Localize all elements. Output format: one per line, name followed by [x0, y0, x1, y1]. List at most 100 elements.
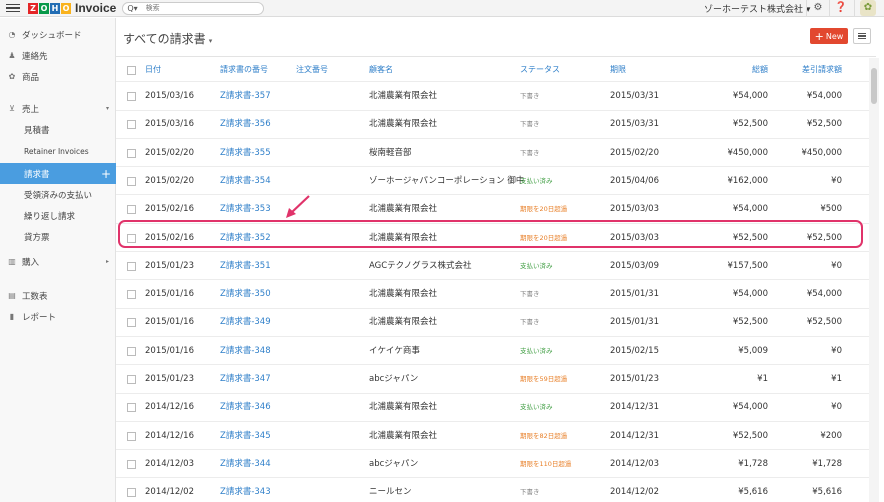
- add-invoice-icon[interactable]: +: [101, 167, 111, 181]
- table-row[interactable]: 2014/12/03 Z請求書-344 abcジャパン 期限を110日超過 2014/1…: [116, 450, 872, 479]
- row-checkbox[interactable]: [127, 261, 136, 271]
- sidebar-item-dashboard[interactable]: ◔ ダッシュボード: [0, 24, 116, 45]
- invoice-number-link[interactable]: Z請求書-348: [220, 337, 271, 365]
- cell-total: ¥1,728: [738, 458, 768, 469]
- invoice-number-link[interactable]: Z請求書-350: [220, 280, 271, 308]
- row-checkbox[interactable]: [127, 459, 136, 469]
- row-checkbox[interactable]: [127, 488, 136, 498]
- status-badge: 下書き: [520, 92, 540, 100]
- table-row[interactable]: 2014/12/16 Z請求書-345 北浦農業有限会社 期限を82日超過 2014/1…: [116, 422, 872, 451]
- status-badge: 支払い済み: [520, 346, 553, 355]
- table-row[interactable]: 2015/03/16 Z請求書-357 北浦農業有限会社 下書き 2015/03/31 ¥…: [116, 82, 872, 111]
- avatar[interactable]: ✿: [860, 0, 876, 16]
- sidebar-item-purchases[interactable]: ▥ 購入 ▸: [0, 251, 116, 272]
- search-icon[interactable]: Q▾: [127, 4, 137, 13]
- view-selector[interactable]: すべての請求書 ▾: [123, 30, 212, 47]
- row-checkbox[interactable]: [127, 290, 136, 300]
- contacts-icon: ♟: [8, 51, 16, 60]
- search-input[interactable]: [145, 4, 256, 12]
- sidebar-item-items[interactable]: ✿ 商品: [0, 66, 116, 87]
- sidebar-item-credit-notes[interactable]: 貸方票: [0, 226, 116, 247]
- table-row[interactable]: 2014/12/02 Z請求書-343 ニールセン 下書き 2014/12/02 ¥5,6…: [116, 478, 872, 502]
- status-badge: 期限を82日超過: [520, 431, 568, 440]
- table-row[interactable]: 2015/01/16 Z請求書-350 北浦農業有限会社 下書き 2015/01/31 ¥…: [116, 280, 872, 309]
- cell-customer: abcジャパン: [369, 458, 419, 469]
- table-row[interactable]: 2015/01/23 Z請求書-347 abcジャパン 期限を59日超過 2015/01…: [116, 365, 872, 394]
- invoice-number-link[interactable]: Z請求書-356: [220, 110, 271, 138]
- sidebar-item-contacts[interactable]: ♟ 連絡先: [0, 45, 116, 66]
- more-options-button[interactable]: [853, 28, 871, 44]
- invoice-number-link[interactable]: Z請求書-344: [220, 450, 271, 478]
- cell-balance: ¥0: [831, 345, 842, 356]
- invoice-number-link[interactable]: Z請求書-355: [220, 139, 271, 167]
- organization-selector[interactable]: ゾーホーテスト株式会社 ▾: [704, 2, 810, 15]
- invoice-number-link[interactable]: Z請求書-354: [220, 167, 271, 195]
- invoice-number-link[interactable]: Z請求書-345: [220, 422, 271, 450]
- row-checkbox[interactable]: [127, 176, 136, 186]
- column-header-balance[interactable]: 差引請求額: [776, 58, 842, 82]
- column-header-customer[interactable]: 顧客名: [369, 58, 393, 82]
- row-checkbox[interactable]: [127, 346, 136, 356]
- sidebar-item-sales[interactable]: ⊻ 売上 ▾: [0, 98, 116, 119]
- sidebar-item-reports[interactable]: ▮ レポート: [0, 306, 116, 327]
- row-checkbox[interactable]: [127, 403, 136, 413]
- scrollbar-thumb[interactable]: [871, 68, 877, 104]
- new-invoice-button[interactable]: + New: [810, 28, 848, 44]
- cell-total: ¥54,000: [732, 91, 768, 101]
- invoice-number-link[interactable]: Z請求書-346: [220, 393, 271, 421]
- row-checkbox[interactable]: [127, 120, 136, 130]
- invoice-number-link[interactable]: Z請求書-347: [220, 365, 271, 393]
- column-header-due-date[interactable]: 期限: [610, 58, 626, 82]
- cell-date: 2015/02/20: [145, 175, 194, 186]
- row-checkbox[interactable]: [127, 92, 136, 101]
- cell-due-date: 2015/02/20: [610, 147, 659, 158]
- row-checkbox[interactable]: [127, 318, 136, 328]
- logo-letter: O: [61, 2, 71, 14]
- cell-date: 2015/02/20: [145, 147, 194, 158]
- hamburger-menu-icon[interactable]: [6, 3, 20, 13]
- cell-date: 2014/12/02: [145, 487, 194, 498]
- table-row[interactable]: 2014/12/16 Z請求書-346 北浦農業有限会社 支払い済み 2014/12/3…: [116, 393, 872, 422]
- cell-balance: ¥1,728: [812, 458, 842, 469]
- table-row[interactable]: 2015/01/23 Z請求書-351 AGCテクノグラス株式会社 支払い済み 2015…: [116, 252, 872, 281]
- column-header-invoice-number[interactable]: 請求書の番号: [220, 58, 268, 82]
- sidebar-item-label: 請求書: [24, 169, 50, 180]
- column-header-order-number[interactable]: 注文番号: [296, 58, 328, 82]
- table-row[interactable]: 2015/03/16 Z請求書-356 北浦農業有限会社 下書き 2015/03/31 ¥…: [116, 110, 872, 139]
- column-header-total[interactable]: 総額: [706, 58, 768, 82]
- row-checkbox[interactable]: [127, 431, 136, 441]
- scrollbar[interactable]: [869, 58, 879, 502]
- sidebar-item-retainer-invoices[interactable]: Retainer Invoices: [0, 141, 116, 162]
- column-header-status[interactable]: ステータス: [520, 58, 560, 82]
- row-checkbox[interactable]: [127, 148, 136, 158]
- sidebar-item-payments-received[interactable]: 受領済みの支払い: [0, 184, 116, 205]
- invoice-number-link[interactable]: Z請求書-357: [220, 82, 271, 110]
- table-row[interactable]: 2015/02/20 Z請求書-354 ゾーホージャパンコーポレーション 御中 支払い…: [116, 167, 872, 196]
- sidebar-item-recurring-invoices[interactable]: 繰り返し請求: [0, 205, 116, 226]
- invoice-number-link[interactable]: Z請求書-351: [220, 252, 271, 280]
- invoice-number-link[interactable]: Z請求書-349: [220, 308, 271, 336]
- invoice-number-link[interactable]: Z請求書-353: [220, 195, 271, 223]
- cell-due-date: 2015/03/31: [610, 119, 659, 130]
- top-bar: Z O H O Invoice Q▾ ゾーホーテスト株式会社 ▾ ⚙ ❓ ✿: [0, 0, 884, 17]
- invoice-number-link[interactable]: Z請求書-343: [220, 478, 271, 502]
- row-checkbox[interactable]: [127, 375, 136, 384]
- cell-balance: ¥54,000: [806, 289, 842, 300]
- sidebar-item-invoices[interactable]: 請求書 +: [0, 163, 116, 184]
- column-header-date[interactable]: 日付: [145, 58, 161, 82]
- search-box[interactable]: Q▾: [122, 1, 265, 15]
- help-icon[interactable]: ❓: [834, 1, 848, 15]
- zoho-logo[interactable]: Z O H O Invoice: [28, 1, 116, 15]
- cell-customer: 北浦農業有限会社: [369, 204, 438, 215]
- gear-icon[interactable]: ⚙: [811, 1, 825, 15]
- row-checkbox[interactable]: [127, 205, 136, 215]
- table-row[interactable]: 2015/01/16 Z請求書-348 イケイケ商事 支払い済み 2015/02/15 ¥…: [116, 337, 872, 366]
- table-row[interactable]: 2015/02/20 Z請求書-355 桜南軽音部 下書き 2015/02/20 ¥450…: [116, 139, 872, 168]
- sales-icon: ⊻: [9, 104, 15, 113]
- sidebar-item-estimates[interactable]: 見積書: [0, 119, 116, 140]
- table-row[interactable]: 2015/01/16 Z請求書-349 北浦農業有限会社 下書き 2015/01/31 ¥…: [116, 308, 872, 337]
- sidebar-item-timesheet[interactable]: ▤ 工数表: [0, 285, 116, 306]
- dashboard-icon: ◔: [8, 30, 16, 39]
- divider: [116, 56, 876, 57]
- select-all-checkbox[interactable]: [127, 66, 136, 75]
